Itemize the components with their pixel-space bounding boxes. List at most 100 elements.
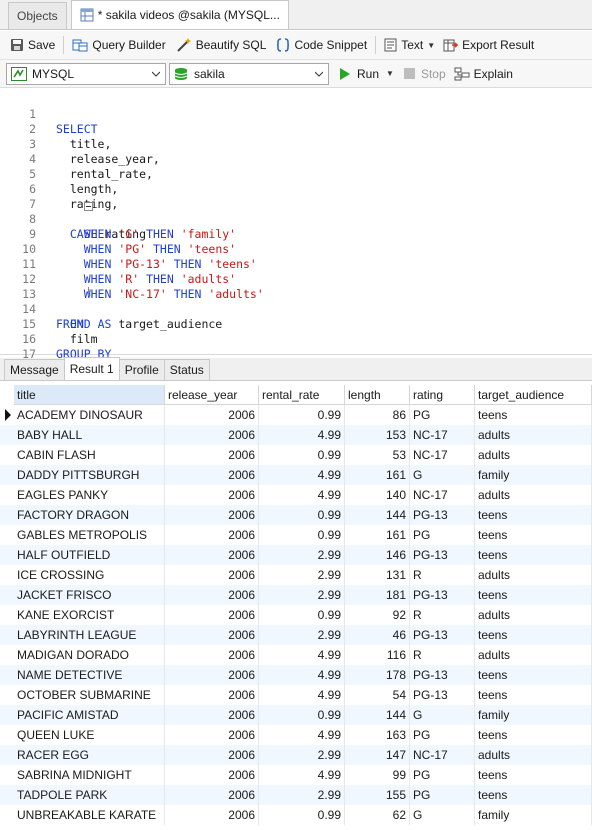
cell-title[interactable]: ICE CROSSING: [14, 565, 165, 585]
cell-rating[interactable]: PG: [410, 405, 475, 425]
cell-title[interactable]: RACER EGG: [14, 745, 165, 765]
cell-target-audience[interactable]: teens: [475, 725, 592, 745]
cell-rental-rate[interactable]: 4.99: [259, 645, 345, 665]
cell-rental-rate[interactable]: 0.99: [259, 505, 345, 525]
cell-release-year[interactable]: 2006: [165, 785, 259, 805]
cell-release-year[interactable]: 2006: [165, 605, 259, 625]
cell-length[interactable]: 54: [345, 685, 410, 705]
cell-title[interactable]: KANE EXORCIST: [14, 605, 165, 625]
beautify-sql-button[interactable]: Beautify SQL: [172, 33, 271, 57]
save-button[interactable]: Save: [6, 33, 59, 57]
cell-rating[interactable]: R: [410, 605, 475, 625]
cell-rating[interactable]: R: [410, 565, 475, 585]
cell-rental-rate[interactable]: 0.99: [259, 525, 345, 545]
cell-rental-rate[interactable]: 2.99: [259, 585, 345, 605]
column-header-rental-rate[interactable]: rental_rate: [259, 385, 345, 405]
cell-rating[interactable]: PG-13: [410, 505, 475, 525]
cell-target-audience[interactable]: family: [475, 465, 592, 485]
cell-title[interactable]: JACKET FRISCO: [14, 585, 165, 605]
cell-target-audience[interactable]: adults: [475, 565, 592, 585]
cell-rental-rate[interactable]: 0.99: [259, 445, 345, 465]
cell-rating[interactable]: PG: [410, 725, 475, 745]
cell-title[interactable]: BABY HALL: [14, 425, 165, 445]
cell-rental-rate[interactable]: 4.99: [259, 665, 345, 685]
cell-target-audience[interactable]: adults: [475, 425, 592, 445]
cell-length[interactable]: 140: [345, 485, 410, 505]
cell-release-year[interactable]: 2006: [165, 665, 259, 685]
cell-title[interactable]: ACADEMY DINOSAUR: [14, 405, 165, 425]
table-row[interactable]: UNBREAKABLE KARATE 2006 0.99 62 Gfamily: [0, 805, 592, 825]
cell-length[interactable]: 144: [345, 505, 410, 525]
tab-status[interactable]: Status: [163, 359, 210, 380]
table-row[interactable]: GABLES METROPOLIS 2006 0.99 161 PG teens: [0, 525, 592, 545]
table-row[interactable]: ACADEMY DINOSAUR 2006 0.99 86 PG teens: [0, 405, 592, 425]
cell-release-year[interactable]: 2006: [165, 565, 259, 585]
cell-rental-rate[interactable]: 0.99: [259, 405, 345, 425]
cell-title[interactable]: GABLES METROPOLIS: [14, 525, 165, 545]
cell-rental-rate[interactable]: 4.99: [259, 685, 345, 705]
cell-rating[interactable]: G: [410, 705, 475, 725]
cell-rental-rate[interactable]: 4.99: [259, 425, 345, 445]
database-select[interactable]: sakila: [169, 62, 329, 85]
result-grid[interactable]: title release_year rental_rate length rating…: [0, 385, 592, 830]
table-row[interactable]: TADPOLE PARK 2006 2.99 155 PG teens: [0, 785, 592, 805]
tab-objects[interactable]: Objects: [8, 2, 67, 29]
cell-target-audience[interactable]: teens: [475, 405, 592, 425]
table-row[interactable]: KANE EXORCIST 2006 0.99 92 Radults: [0, 605, 592, 625]
cell-target-audience[interactable]: teens: [475, 665, 592, 685]
cell-release-year[interactable]: 2006: [165, 545, 259, 565]
cell-length[interactable]: 62: [345, 805, 410, 825]
cell-rating[interactable]: G: [410, 805, 475, 825]
table-row[interactable]: RACER EGG 2006 2.99 147 NC-17 adults: [0, 745, 592, 765]
cell-length[interactable]: 163: [345, 725, 410, 745]
cell-rating[interactable]: R: [410, 645, 475, 665]
table-row[interactable]: BABY HALL 2006 4.99 153 NC-17 adults: [0, 425, 592, 445]
cell-length[interactable]: 178: [345, 665, 410, 685]
cell-target-audience[interactable]: adults: [475, 645, 592, 665]
cell-release-year[interactable]: 2006: [165, 745, 259, 765]
cell-release-year[interactable]: 2006: [165, 685, 259, 705]
cell-release-year[interactable]: 2006: [165, 525, 259, 545]
cell-title[interactable]: OCTOBER SUBMARINE: [14, 685, 165, 705]
cell-rating[interactable]: G: [410, 465, 475, 485]
cell-target-audience[interactable]: family: [475, 705, 592, 725]
cell-title[interactable]: FACTORY DRAGON: [14, 505, 165, 525]
cell-release-year[interactable]: 2006: [165, 805, 259, 825]
cell-rental-rate[interactable]: 4.99: [259, 485, 345, 505]
cell-title[interactable]: LABYRINTH LEAGUE: [14, 625, 165, 645]
cell-target-audience[interactable]: teens: [475, 525, 592, 545]
cell-rental-rate[interactable]: 2.99: [259, 785, 345, 805]
cell-release-year[interactable]: 2006: [165, 705, 259, 725]
cell-title[interactable]: SABRINA MIDNIGHT: [14, 765, 165, 785]
cell-rental-rate[interactable]: 0.99: [259, 605, 345, 625]
cell-rating[interactable]: PG: [410, 785, 475, 805]
cell-rental-rate[interactable]: 0.99: [259, 805, 345, 825]
cell-release-year[interactable]: 2006: [165, 725, 259, 745]
cell-length[interactable]: 99: [345, 765, 410, 785]
run-button[interactable]: Run ▼: [339, 67, 394, 81]
tab-message[interactable]: Message: [4, 359, 65, 380]
cell-length[interactable]: 116: [345, 645, 410, 665]
cell-release-year[interactable]: 2006: [165, 405, 259, 425]
cell-title[interactable]: EAGLES PANKY: [14, 485, 165, 505]
cell-release-year[interactable]: 2006: [165, 425, 259, 445]
cell-release-year[interactable]: 2006: [165, 505, 259, 525]
cell-length[interactable]: 131: [345, 565, 410, 585]
cell-length[interactable]: 53: [345, 445, 410, 465]
cell-rental-rate[interactable]: 4.99: [259, 725, 345, 745]
cell-rating[interactable]: PG-13: [410, 585, 475, 605]
tab-query-editor[interactable]: * sakila videos @sakila (MYSQL...: [70, 0, 289, 29]
table-row[interactable]: QUEEN LUKE 2006 4.99 163 PG teens: [0, 725, 592, 745]
cell-length[interactable]: 161: [345, 525, 410, 545]
cell-title[interactable]: UNBREAKABLE KARATE: [14, 805, 165, 825]
table-row[interactable]: NAME DETECTIVE 2006 4.99 178 PG-13 teens: [0, 665, 592, 685]
sql-editor[interactable]: 1 SELECT 2 title, 3 release_year, 4 rent…: [0, 89, 592, 376]
cell-rating[interactable]: PG: [410, 765, 475, 785]
cell-title[interactable]: CABIN FLASH: [14, 445, 165, 465]
stop-button[interactable]: Stop: [403, 67, 446, 81]
cell-rating[interactable]: PG-13: [410, 625, 475, 645]
cell-release-year[interactable]: 2006: [165, 765, 259, 785]
table-row[interactable]: HALF OUTFIELD 2006 2.99 146 PG-13 teens: [0, 545, 592, 565]
cell-length[interactable]: 146: [345, 545, 410, 565]
cell-target-audience[interactable]: adults: [475, 445, 592, 465]
